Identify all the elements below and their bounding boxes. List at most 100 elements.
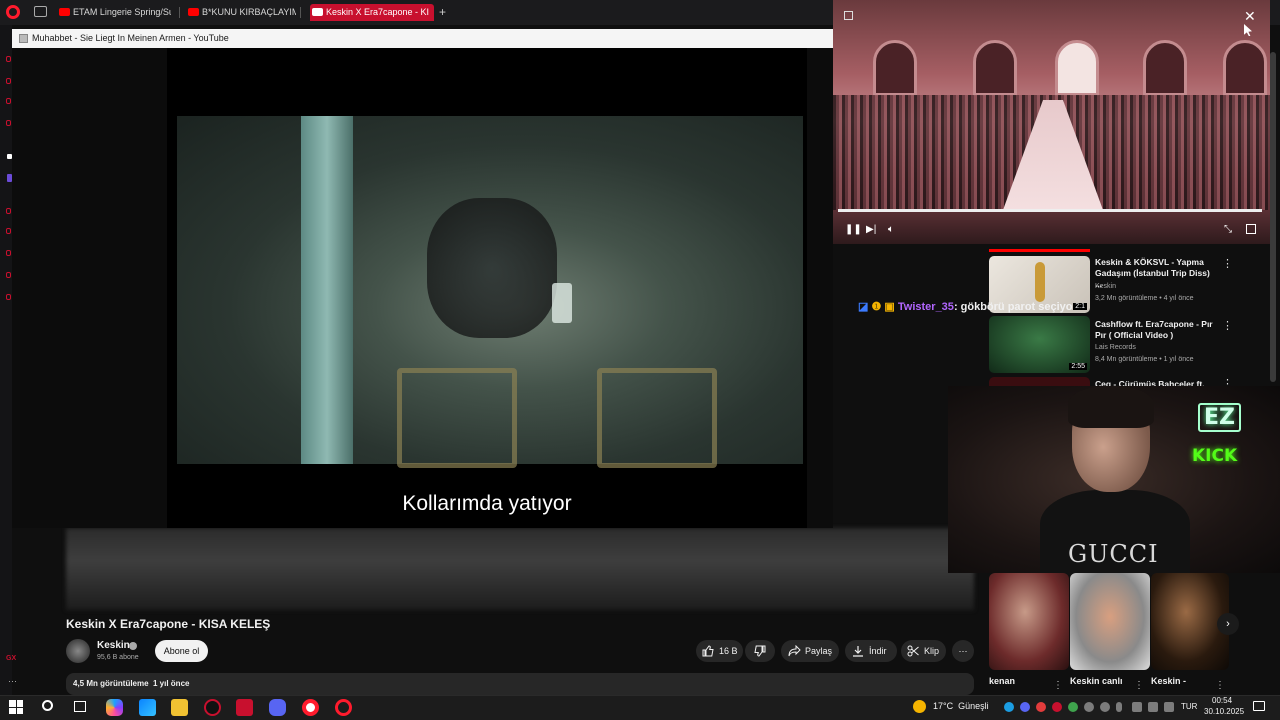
scene-chair: [397, 368, 517, 468]
description-box[interactable]: [66, 673, 974, 695]
watch-progress-bar: [989, 249, 1090, 252]
mail-icon[interactable]: [139, 699, 156, 716]
reco-thumbnail[interactable]: [989, 377, 1090, 386]
reco-more-icon[interactable]: ⋮: [1222, 257, 1233, 270]
reco-more-icon[interactable]: ⋮: [1222, 319, 1233, 332]
opera-gx-icon[interactable]: [335, 699, 352, 716]
tray-app-icon[interactable]: [1100, 702, 1110, 712]
tray-app-icon[interactable]: [1052, 702, 1062, 712]
sidebar-icon[interactable]: [6, 98, 11, 104]
sidebar-icon[interactable]: [6, 120, 11, 126]
tray-app-icon[interactable]: [1036, 702, 1046, 712]
short-title[interactable]: Keskin -: [1151, 676, 1186, 686]
youtube-icon: [188, 8, 199, 16]
gx-icon[interactable]: GX: [6, 655, 16, 662]
download-icon: [853, 646, 863, 657]
language-indicator[interactable]: TUR: [1181, 702, 1197, 711]
volume-icon[interactable]: [1164, 702, 1174, 712]
pip-resize-icon[interactable]: ⤡: [1224, 224, 1232, 235]
reco-thumbnail[interactable]: 2:55: [989, 316, 1090, 373]
file-explorer-icon[interactable]: [171, 699, 188, 716]
task-view-icon[interactable]: [74, 701, 86, 712]
workspaces-icon[interactable]: [34, 6, 47, 17]
download-button[interactable]: İndir: [845, 640, 897, 662]
sidebar-icon[interactable]: [6, 208, 11, 214]
subscribe-button[interactable]: Abone ol: [155, 640, 208, 662]
pip-progress-bar[interactable]: [838, 209, 1262, 212]
duration-badge: 2:1: [1073, 303, 1087, 310]
video-editor-icon[interactable]: [236, 699, 253, 716]
short-more-icon[interactable]: ⋮: [1215, 680, 1225, 691]
duration-badge: 2:55: [1069, 363, 1087, 370]
scene-arch: [973, 40, 1017, 96]
sidebar-icon[interactable]: [6, 272, 11, 278]
channel-avatar[interactable]: [66, 639, 90, 663]
sidebar-icon[interactable]: [6, 250, 11, 256]
steam-icon[interactable]: [1004, 702, 1014, 712]
tray-app-icon[interactable]: [1084, 702, 1094, 712]
subscriber-badge-icon: ❶: [871, 301, 882, 313]
new-tab-button[interactable]: +: [439, 5, 446, 19]
tab-etam[interactable]: ETAM Lingerie Spring/Su: [57, 4, 171, 21]
upload-date: 1 yıl önce: [153, 679, 190, 688]
youtube-icon: [59, 8, 70, 16]
like-count: 16 B: [719, 646, 738, 656]
clip-button[interactable]: Klip: [901, 640, 946, 662]
chat-username[interactable]: Twister_35: [898, 301, 954, 313]
opera-gx-icon[interactable]: [204, 699, 221, 716]
like-button[interactable]: 16 B: [696, 640, 743, 662]
tab-kirbac[interactable]: B*KUNU KIRBAÇLAYIM: [186, 4, 296, 21]
short-title[interactable]: kenan: [989, 676, 1015, 686]
thumbnail-bullet: [1035, 262, 1045, 302]
tray-app-icon[interactable]: [1132, 702, 1142, 712]
discord-icon[interactable]: [269, 699, 286, 716]
pip-video-player[interactable]: [833, 0, 1270, 244]
reco-channel[interactable]: Lais Records: [1095, 344, 1136, 351]
short-title[interactable]: Keskin canlı: [1070, 676, 1123, 686]
short-thumbnail[interactable]: [989, 573, 1069, 670]
opera-menu-icon[interactable]: [6, 5, 20, 19]
pip-close-button[interactable]: ✕: [1244, 8, 1256, 25]
copilot-icon[interactable]: [106, 699, 123, 716]
more-actions-button[interactable]: ⋯: [952, 640, 974, 662]
popup-window-titlebar[interactable]: Muhabbet - Sie Liegt In Meinen Armen - Y…: [12, 29, 833, 48]
short-thumbnail[interactable]: [1070, 573, 1150, 670]
channel-name[interactable]: Keskin: [97, 640, 130, 651]
sidebar-more-icon[interactable]: ⋯: [8, 676, 17, 687]
pip-back-to-tab-icon[interactable]: [844, 11, 853, 20]
pip-fullscreen-icon[interactable]: [1246, 224, 1256, 234]
discord-tray-icon[interactable]: [1020, 702, 1030, 712]
short-more-icon[interactable]: ⋮: [1053, 680, 1063, 691]
tab-keskin-active[interactable]: Keskin X Era7capone - KI: [310, 4, 434, 21]
opera-icon[interactable]: [302, 699, 319, 716]
sidebar-icon[interactable]: [6, 228, 11, 234]
tray-app-icon[interactable]: [1068, 702, 1078, 712]
mute-icon[interactable]: 🔈︎: [888, 224, 894, 235]
dislike-button[interactable]: [745, 640, 775, 662]
gift-badge-icon: ▣: [884, 301, 895, 313]
reco-title[interactable]: Ceg - Çürümüş Bahçeler ft.: [1095, 379, 1213, 386]
search-icon[interactable]: [42, 700, 53, 711]
weather-widget[interactable]: 17°C Güneşli: [933, 701, 989, 711]
sidebar-icon[interactable]: [6, 294, 11, 300]
notifications-icon[interactable]: [1253, 701, 1265, 711]
microphone-icon[interactable]: [1116, 702, 1122, 712]
reco-title[interactable]: Cashflow ft. Era7capone - Pır Pır ( Offi…: [1095, 319, 1213, 341]
clock-date[interactable]: 30.10.2025: [1204, 707, 1244, 716]
next-track-icon[interactable]: ▶|: [866, 224, 876, 235]
shorts-next-button[interactable]: ›: [1217, 613, 1239, 635]
verified-badge-icon: [129, 642, 137, 650]
windows-start-icon[interactable]: [9, 700, 23, 714]
pause-icon[interactable]: ❚❚: [845, 224, 862, 235]
share-button[interactable]: Paylaş: [781, 640, 839, 662]
sidebar-icon[interactable]: [6, 78, 11, 84]
short-more-icon[interactable]: ⋮: [1134, 680, 1144, 691]
clock-time[interactable]: 00:54: [1212, 696, 1232, 705]
reco-more-icon[interactable]: ⋮: [1222, 377, 1233, 386]
popup-window-title: Muhabbet - Sie Liegt In Meinen Armen - Y…: [32, 33, 229, 43]
scene-glass: [552, 283, 572, 323]
sidebar-icon[interactable]: [6, 56, 11, 62]
reco-channel[interactable]: Keskin: [1095, 283, 1116, 290]
scrollbar[interactable]: [1270, 52, 1276, 382]
network-icon[interactable]: [1148, 702, 1158, 712]
